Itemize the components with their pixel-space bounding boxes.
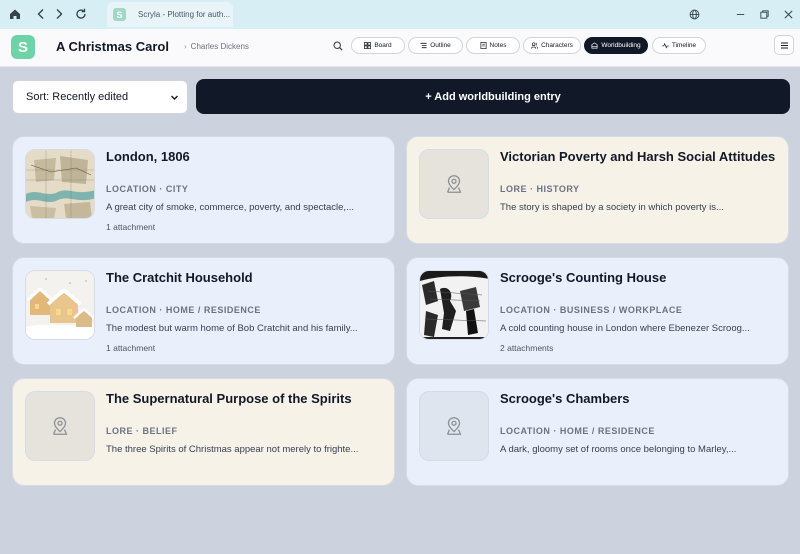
attachment-count: 2 attachments xyxy=(500,343,554,353)
tab-worldbuilding-label: Worldbuilding xyxy=(601,42,641,49)
sort-select[interactable]: Sort: Recently edited xyxy=(12,80,188,114)
author-name: Charles Dickens xyxy=(184,42,249,51)
map-pin-icon xyxy=(419,391,489,461)
tab-notes[interactable]: Notes xyxy=(466,37,520,54)
entry-category: LOCATION · HOME / RESIDENCE xyxy=(500,426,655,436)
reload-icon[interactable] xyxy=(70,3,92,25)
entry-category: LOCATION · HOME / RESIDENCE xyxy=(106,305,261,315)
entry-title: Victorian Poverty and Harsh Social Attit… xyxy=(500,149,776,164)
entry-category: LORE · HISTORY xyxy=(500,184,580,194)
minimize-icon[interactable] xyxy=(728,0,752,29)
tab-worldbuilding[interactable]: Worldbuilding xyxy=(584,37,648,54)
worldbuilding-card[interactable]: Scrooge's Chambers LOCATION · HOME / RES… xyxy=(406,378,789,486)
favicon: S xyxy=(113,8,126,21)
tab-timeline[interactable]: Timeline xyxy=(652,37,706,54)
worldbuilding-card[interactable]: Scrooge's Counting House LOCATION · BUSI… xyxy=(406,257,789,365)
worldbuilding-card[interactable]: London, 1806 LOCATION · CITY A great cit… xyxy=(12,136,395,244)
tab-characters-label: Characters xyxy=(541,42,573,49)
sort-value: Sort: Recently edited xyxy=(26,91,129,103)
tab-timeline-label: Timeline xyxy=(671,42,697,49)
entry-description: A dark, gloomy set of rooms once belongi… xyxy=(500,444,737,455)
hamburger-menu-button[interactable] xyxy=(774,35,794,55)
entry-category: LORE · BELIEF xyxy=(106,426,178,436)
map-thumbnail xyxy=(25,149,95,219)
worldbuilding-icon xyxy=(591,42,598,49)
engraving-thumbnail xyxy=(419,270,489,340)
add-worldbuilding-entry-button[interactable]: + Add worldbuilding entry xyxy=(196,79,790,114)
map-pin-icon xyxy=(25,391,95,461)
entry-title: The Cratchit Household xyxy=(106,270,253,285)
entry-title: London, 1806 xyxy=(106,149,190,164)
globe-icon[interactable] xyxy=(682,0,706,29)
tab-board-label: Board xyxy=(374,42,392,49)
tab-outline-label: Outline xyxy=(430,42,451,49)
forward-icon[interactable] xyxy=(48,3,70,25)
worldbuilding-card[interactable]: The Supernatural Purpose of the Spirits … xyxy=(12,378,395,486)
hamburger-icon xyxy=(780,42,788,48)
entry-category: LOCATION · CITY xyxy=(106,184,189,194)
entry-description: The modest but warm home of Bob Cratchit… xyxy=(106,323,358,334)
tab-characters[interactable]: Characters xyxy=(523,37,581,54)
attachment-count: 1 attachment xyxy=(106,343,156,353)
tab-outline[interactable]: Outline xyxy=(408,37,463,54)
entry-description: The three Spirits of Christmas appear no… xyxy=(106,444,359,455)
restore-icon[interactable] xyxy=(752,0,776,29)
app-logo[interactable]: S xyxy=(11,35,35,59)
entry-title: Scrooge's Counting House xyxy=(500,270,667,285)
houses-thumbnail xyxy=(25,270,95,340)
app-header: S A Christmas Carol Charles Dickens Boar… xyxy=(0,29,800,67)
entry-description: A great city of smoke, commerce, poverty… xyxy=(106,202,354,213)
attachment-count: 1 attachment xyxy=(106,222,156,232)
browser-chrome: S Scryla - Plotting for auth... xyxy=(0,0,800,29)
entry-category: LOCATION · BUSINESS / WORKPLACE xyxy=(500,305,683,315)
tab-title: Scryla - Plotting for auth... xyxy=(138,10,231,19)
entry-description: A cold counting house in London where Eb… xyxy=(500,323,750,334)
worldbuilding-card[interactable]: The Cratchit Household LOCATION · HOME /… xyxy=(12,257,395,365)
map-pin-icon xyxy=(419,149,489,219)
search-icon[interactable] xyxy=(329,37,347,55)
entry-title: The Supernatural Purpose of the Spirits xyxy=(106,391,352,406)
timeline-icon xyxy=(662,42,669,49)
entry-description: The story is shaped by a society in whic… xyxy=(500,202,724,213)
board-icon xyxy=(364,42,372,49)
tab-board[interactable]: Board xyxy=(351,37,405,54)
outline-icon xyxy=(420,42,427,49)
close-icon[interactable] xyxy=(776,0,800,29)
worldbuilding-card[interactable]: Victorian Poverty and Harsh Social Attit… xyxy=(406,136,789,244)
notes-icon xyxy=(480,42,486,49)
tab-notes-label: Notes xyxy=(489,42,507,49)
book-title: A Christmas Carol xyxy=(56,39,169,54)
entry-title: Scrooge's Chambers xyxy=(500,391,630,406)
home-icon[interactable] xyxy=(4,3,26,25)
browser-tab[interactable]: S Scryla - Plotting for auth... xyxy=(107,2,233,27)
characters-icon xyxy=(531,42,539,49)
chevron-down-icon xyxy=(171,95,178,100)
